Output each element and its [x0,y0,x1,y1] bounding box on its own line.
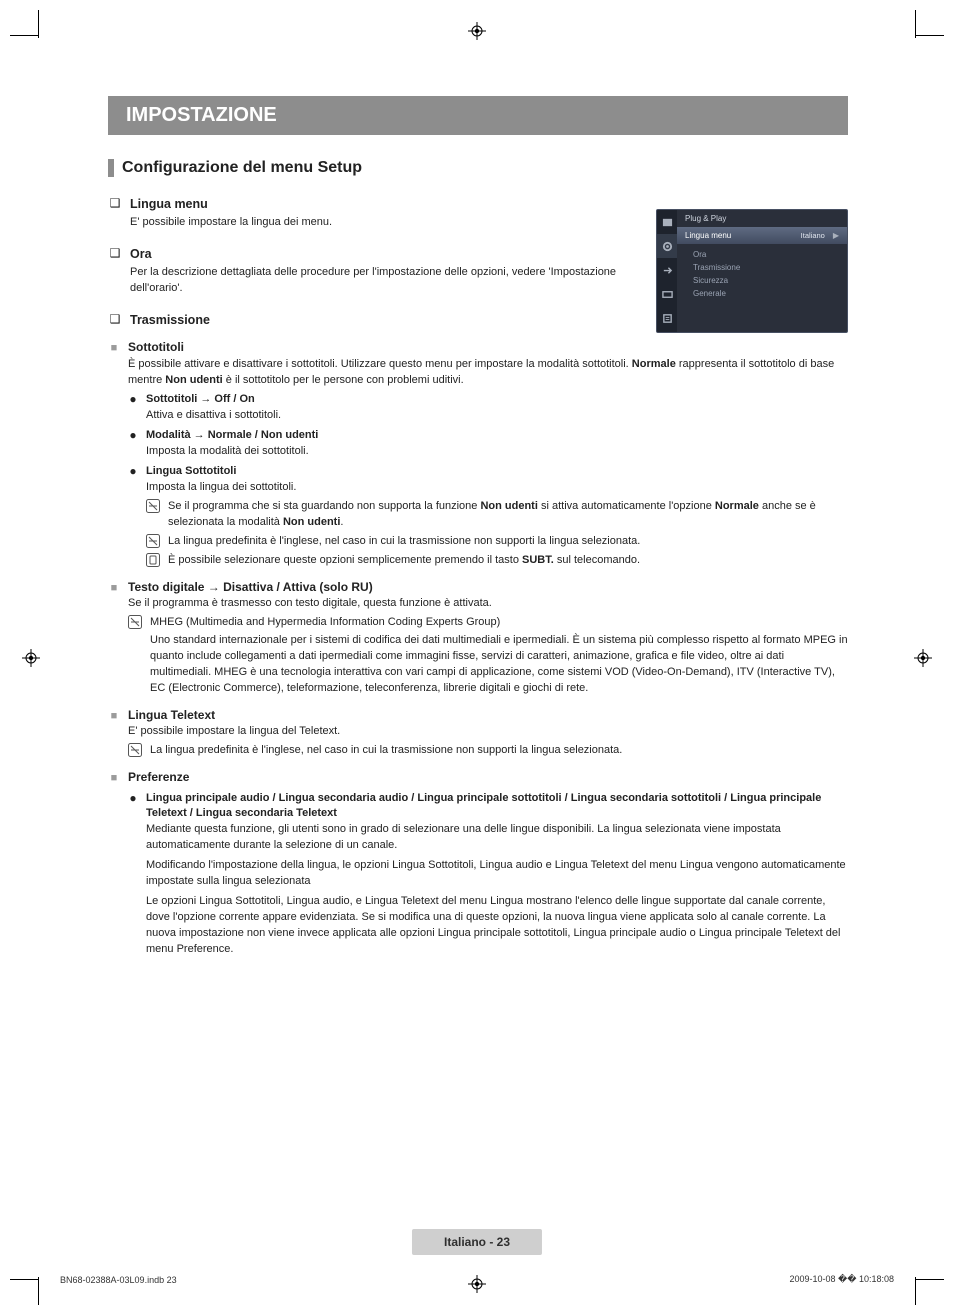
subitem-title: Testo digitale → Disattiva / Attiva (sol… [128,579,848,596]
osd-menu-screenshot: Plug & Play Lingua menu Italiano▶ Ora Tr… [656,209,848,333]
chevron-right-icon: ▶ [833,231,839,240]
bullet-dot-icon: ● [128,791,138,805]
registration-mark-icon [468,1275,486,1293]
list-item: ● Sottotitoli → Off / On Attiva e disatt… [128,392,848,424]
list-item-title: Modalità → Normale / Non udenti [146,428,848,444]
osd-main: Plug & Play Lingua menu Italiano▶ Ora Tr… [677,210,847,332]
bullet-filled-square-icon: ■ [108,709,120,725]
list-item-desc: Imposta la lingua dei sottotitoli. [146,480,848,496]
list-item-desc: Attiva e disattiva i sottotitoli. [146,408,848,424]
osd-row-generale: Generale [693,287,839,300]
list-item-desc: Imposta la modalità dei sottotitoli. [146,444,848,460]
crop-mark [916,35,944,36]
list-item-paragraph: Modificando l'impostazione della lingua,… [146,858,848,890]
item-trasmissione: ❑ Trasmissione [108,311,628,329]
note-icon [146,534,162,548]
subitem-description: E' possibile impostare la lingua del Tel… [128,724,848,740]
footer-filename: BN68-02388A-03L09.indb 23 [60,1275,177,1285]
crop-mark [38,10,39,38]
crop-mark [915,10,916,38]
registration-mark-icon [468,22,486,40]
osd-sidebar [657,210,677,332]
item-title: Lingua menu [130,195,208,213]
item-ora: ❑ Ora [108,245,628,263]
page: IMPOSTAZIONE Configurazione del menu Set… [0,0,954,1315]
list-item-paragraph: Mediante questa funzione, gli utenti son… [146,822,848,854]
bullet-filled-square-icon: ■ [108,771,120,787]
subitem-sottotitoli: ■ Sottotitoli È possibile attivare e dis… [108,339,848,569]
osd-tab-setup [657,234,677,258]
item-title: Trasmissione [130,311,210,329]
note-icon [146,499,162,513]
bullet-dot-icon: ● [128,464,138,478]
item-description: Per la descrizione dettagliata delle pro… [130,265,628,297]
bullet-square-icon: ❑ [108,195,122,212]
subitem-lingua-teletext: ■ Lingua Teletext E' possibile impostare… [108,707,848,759]
note-text: La lingua predefinita è l'inglese, nel c… [168,534,848,550]
bullet-square-icon: ❑ [108,245,122,262]
item-title: Ora [130,245,152,263]
note-text: È possibile selezionare queste opzioni s… [168,553,848,569]
list-item: ● Modalità → Normale / Non udenti Impost… [128,428,848,460]
osd-row-sicurezza: Sicurezza [693,274,839,287]
list-item-title: Sottotitoli → Off / On [146,392,848,408]
heading-accent [108,159,114,177]
subitem-title: Sottotitoli [128,339,848,356]
content-area: IMPOSTAZIONE Configurazione del menu Set… [108,96,848,958]
subitem-description: Se il programma è trasmesso con testo di… [128,596,848,612]
osd-tab-support [657,306,677,330]
osd-tab-input [657,258,677,282]
crop-mark [38,1277,39,1305]
heading-configurazione: Configurazione del menu Setup [122,159,362,177]
osd-row-trasmissione: Trasmissione [693,261,839,274]
registration-mark-icon [22,649,40,667]
note: MHEG (Multimedia and Hypermedia Informat… [128,615,848,631]
note-icon [128,615,144,629]
list-item-title: Lingua principale audio / Lingua seconda… [146,791,848,823]
bullet-filled-square-icon: ■ [108,581,120,597]
subitem-preferenze: ■ Preferenze ● Lingua principale audio /… [108,769,848,958]
osd-row-plug-play: Plug & Play [677,210,847,227]
osd-sublist: Ora Trasmissione Sicurezza Generale [677,244,847,304]
bullet-square-icon: ❑ [108,311,122,328]
subitem-description: È possibile attivare e disattivare i sot… [128,357,848,389]
section-title-impostazione: IMPOSTAZIONE [108,96,848,135]
subitem-testo-digitale: ■ Testo digitale → Disattiva / Attiva (s… [108,579,848,697]
crop-mark [10,1279,38,1280]
footer-timestamp: 2009-10-08 �� 10:18:08 [789,1274,894,1285]
crop-mark [10,35,38,36]
osd-tab-picture [657,210,677,234]
osd-row-lingua-menu: Lingua menu Italiano▶ [677,227,847,244]
note-text: La lingua predefinita è l'inglese, nel c… [150,743,848,759]
list-item: ● Lingua Sottotitoli Imposta la lingua d… [128,464,848,569]
subitem-title: Lingua Teletext [128,707,848,724]
note-text: Se il programma che si sta guardando non… [168,499,848,531]
subitem-paragraph: Uno standard internazionale per i sistem… [150,633,848,697]
list-item-paragraph: Le opzioni Lingua Sottotitoli, Lingua au… [146,894,848,958]
note: Se il programma che si sta guardando non… [146,499,848,531]
osd-tab-application [657,282,677,306]
note-icon [128,743,144,757]
osd-row-ora: Ora [693,248,839,261]
remote-button-icon [146,553,162,567]
bullet-dot-icon: ● [128,428,138,442]
note: La lingua predefinita è l'inglese, nel c… [128,743,848,759]
crop-mark [915,1277,916,1305]
crop-mark [916,1279,944,1280]
bullet-filled-square-icon: ■ [108,341,120,357]
item-description: E' possibile impostare la lingua dei men… [130,215,628,231]
note-text: MHEG (Multimedia and Hypermedia Informat… [150,615,848,631]
item-lingua-menu: ❑ Lingua menu [108,195,628,213]
page-number-pill: Italiano - 23 [412,1229,542,1255]
note: La lingua predefinita è l'inglese, nel c… [146,534,848,550]
subitem-title: Preferenze [128,769,848,786]
list-item: ● Lingua principale audio / Lingua secon… [128,791,848,958]
note: È possibile selezionare queste opzioni s… [146,553,848,569]
bullet-dot-icon: ● [128,392,138,406]
list-item-title: Lingua Sottotitoli [146,464,848,480]
heading-row: Configurazione del menu Setup [108,159,848,177]
registration-mark-icon [914,649,932,667]
